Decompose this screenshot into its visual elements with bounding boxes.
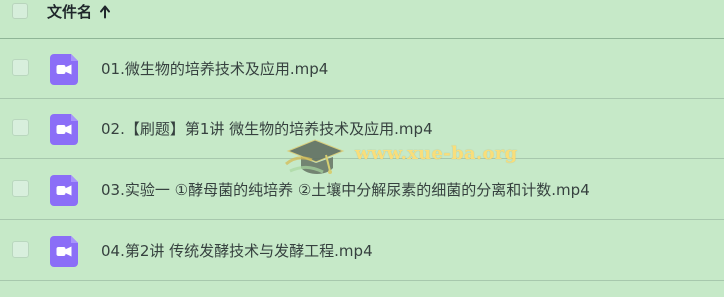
watermark-text: www.xue-ba.org <box>355 143 518 164</box>
filename-column-label: 文件名 <box>47 3 93 21</box>
arrow-up-icon <box>100 5 111 19</box>
video-file-icon <box>50 175 78 206</box>
watermark: www.xue-ba.org <box>281 133 522 181</box>
file-row[interactable]: 04.第2讲 传统发酵技术与发酵工程.mp4 <box>0 221 724 281</box>
file-checkbox[interactable] <box>12 119 29 136</box>
video-file-icon <box>50 54 78 85</box>
mortarboard-icon <box>285 139 345 174</box>
video-file-icon <box>50 114 78 145</box>
file-name[interactable]: 03.实验一 ①酵母菌的纯培养 ②土壤中分解尿素的细菌的分离和计数.mp4 <box>101 180 590 200</box>
file-checkbox[interactable] <box>12 241 29 258</box>
file-checkbox[interactable] <box>12 59 29 76</box>
file-name[interactable]: 04.第2讲 传统发酵技术与发酵工程.mp4 <box>101 241 373 261</box>
file-name[interactable]: 01.微生物的培养技术及应用.mp4 <box>101 59 328 79</box>
file-list-header: 文件名 <box>0 0 724 39</box>
file-checkbox[interactable] <box>12 180 29 197</box>
select-all-checkbox[interactable] <box>12 3 28 19</box>
file-row[interactable]: 01.微生物的培养技术及应用.mp4 <box>0 39 724 99</box>
filename-sort-header[interactable]: 文件名 <box>47 2 111 22</box>
video-file-icon <box>50 236 78 267</box>
